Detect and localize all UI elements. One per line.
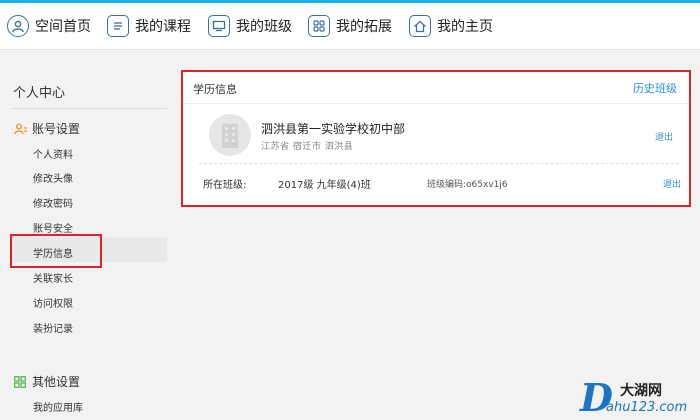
nav-my-courses[interactable]: 我的课程 (107, 11, 191, 41)
nav-label: 我的拓展 (336, 19, 392, 35)
account-settings-label: 账号设置 (32, 122, 81, 136)
sidebar-item-profile[interactable]: 个人资料 (33, 146, 73, 161)
sidebar-item-password[interactable]: 修改密码 (33, 195, 73, 210)
site-watermark: D 大湖网 ahu123.com (580, 378, 698, 418)
other-settings-label: 其他设置 (32, 375, 81, 389)
book-icon (107, 15, 129, 37)
nav-label: 我的主页 (437, 19, 493, 35)
top-navigation: 空间首页 我的课程 我的班级 我的拓展 我的主页 (0, 3, 700, 50)
sidebar-item-my-apps[interactable]: 我的应用库 (33, 399, 83, 414)
sidebar-title: 个人中心 (13, 86, 66, 101)
watermark-url: ahu123.com (606, 400, 688, 415)
home-icon (409, 15, 431, 37)
nav-my-extension[interactable]: 我的拓展 (308, 11, 392, 41)
grid-icon (308, 15, 330, 37)
nav-label: 我的班级 (236, 19, 292, 35)
watermark-title: 大湖网 (620, 383, 662, 399)
sidebar-item-dressup-record[interactable]: 装扮记录 (33, 320, 73, 335)
panel-header: 学历信息 历史班级 (183, 72, 689, 104)
class-label: 所在班级: (203, 180, 247, 191)
panel-divider (199, 163, 679, 164)
nav-label: 我的课程 (135, 19, 191, 35)
nav-space-home[interactable]: 空间首页 (7, 11, 91, 41)
user-settings-icon (14, 123, 27, 135)
apps-grid-icon (14, 375, 26, 388)
nav-my-class[interactable]: 我的班级 (208, 11, 292, 41)
exit-school-link[interactable]: 退出 (655, 130, 673, 143)
sidebar-divider (12, 108, 167, 109)
exit-class-link[interactable]: 退出 (663, 177, 681, 190)
sidebar-item-security[interactable]: 账号安全 (33, 220, 73, 235)
other-settings-group[interactable]: 其他设置 (14, 373, 80, 390)
history-class-link[interactable]: 历史班级 (633, 80, 677, 96)
education-info-panel: 学历信息 历史班级 泗洪县第一实验学校初中部 江苏省 宿迁市 泗洪县 退出 所在… (181, 70, 691, 207)
class-code: 班级编码:o65xv1j6 (427, 180, 508, 190)
monitor-icon (208, 15, 230, 37)
highlight-box-sidebar (10, 234, 102, 268)
user-circle-icon (7, 15, 29, 37)
panel-title: 学历信息 (193, 83, 237, 96)
school-location: 江苏省 宿迁市 泗洪县 (261, 142, 354, 152)
school-name: 泗洪县第一实验学校初中部 (261, 122, 406, 136)
account-settings-group[interactable]: 账号设置 (14, 120, 80, 137)
sidebar-item-permissions[interactable]: 访问权限 (33, 295, 73, 310)
school-avatar (209, 114, 251, 156)
nav-label: 空间首页 (35, 19, 91, 35)
class-name: 2017级 九年级(4)班 (278, 180, 371, 191)
nav-my-homepage[interactable]: 我的主页 (409, 11, 493, 41)
sidebar-item-avatar[interactable]: 修改头像 (33, 170, 73, 185)
sidebar-item-parents[interactable]: 关联家长 (33, 270, 73, 285)
